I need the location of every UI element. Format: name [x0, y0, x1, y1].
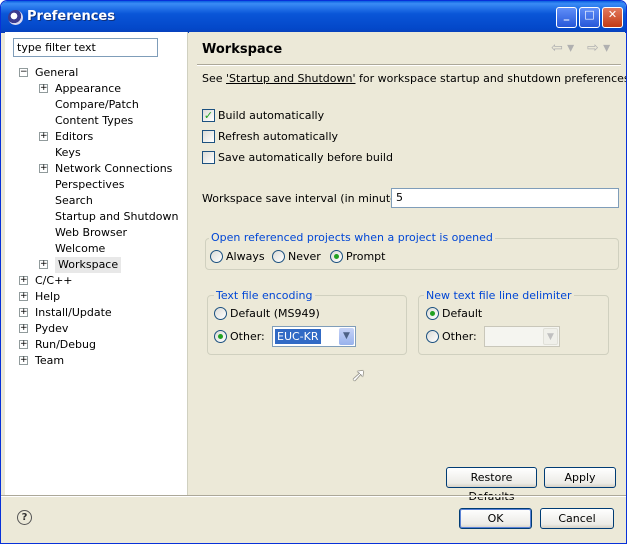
tree-item-label: General	[35, 66, 79, 79]
prompt-label: Prompt	[346, 250, 386, 263]
preference-tree-pane: −General + Appearance Compare/Patch Content …	[5, 32, 188, 495]
title-bar[interactable]: Preferences _ □ ✕	[1, 1, 626, 33]
expand-icon[interactable]: +	[19, 340, 28, 349]
startup-shutdown-link[interactable]: 'Startup and Shutdown'	[226, 72, 355, 85]
never-radio[interactable]	[272, 250, 285, 263]
refresh-automatically-label: Refresh automatically	[218, 130, 339, 143]
line-delimiter-title: New text file line delimiter	[424, 289, 574, 302]
tree-item-label: Content Types	[55, 114, 134, 127]
workspace-page: Workspace ⇦ ▾ ⇨ ▾ See 'Startup and Shutd…	[189, 32, 627, 503]
save-interval-input[interactable]: 5	[391, 188, 619, 208]
delimiter-default-radio[interactable]	[426, 307, 439, 320]
maximize-button[interactable]: □	[579, 7, 600, 28]
open-referenced-title: Open referenced projects when a project …	[209, 231, 495, 244]
build-automatically-checkbox[interactable]: ✓	[202, 109, 215, 122]
mouse-cursor-icon: ➚	[351, 365, 367, 386]
eclipse-icon	[8, 10, 23, 25]
tree-item-label: Help	[35, 290, 61, 303]
delimiter-default-label: Default	[442, 307, 483, 320]
intro-suffix: for workspace startup and shutdown prefe…	[355, 72, 627, 85]
tree-item-label: C/C++	[35, 274, 73, 287]
tree-item-label: Pydev	[35, 322, 69, 335]
tree-item-label: Workspace	[55, 257, 122, 273]
chevron-down-icon[interactable]: ▼	[339, 328, 354, 345]
intro-text: See 'Startup and Shutdown' for workspace…	[202, 72, 627, 85]
encoding-other-label: Other:	[230, 330, 265, 343]
text-encoding-title: Text file encoding	[214, 289, 315, 302]
collapse-icon[interactable]: −	[19, 68, 28, 77]
expand-icon[interactable]: +	[39, 164, 48, 173]
always-label: Always	[226, 250, 265, 263]
encoding-select-value: EUC-KR	[275, 329, 321, 344]
minimize-button[interactable]: _	[556, 7, 577, 28]
chevron-down-icon: ▼	[543, 328, 558, 345]
tree-item-label: Search	[55, 194, 93, 207]
never-label: Never	[288, 250, 321, 263]
tree-item-label: Perspectives	[55, 178, 125, 191]
apply-button[interactable]: Apply	[544, 467, 616, 488]
filter-input[interactable]	[13, 38, 158, 57]
back-arrow-icon[interactable]: ⇦ ▾	[551, 40, 574, 56]
tree-item-label: Compare/Patch	[55, 98, 139, 111]
refresh-automatically-checkbox[interactable]	[202, 130, 215, 143]
delimiter-other-label: Other:	[442, 330, 477, 343]
expand-icon[interactable]: +	[19, 276, 28, 285]
delimiter-default-radio-dot	[430, 311, 435, 316]
save-interval-label: Workspace save interval (in minutes):	[202, 192, 411, 205]
tree-item-label: Welcome	[55, 242, 106, 255]
preferences-window: Preferences _ □ ✕ −General + Appearance Com…	[0, 0, 627, 544]
ok-button[interactable]: OK	[459, 508, 532, 529]
page-title: Workspace	[202, 42, 283, 57]
encoding-default-radio[interactable]	[214, 307, 227, 320]
minimize-icon: _	[563, 8, 570, 21]
tree-item-label: Keys	[55, 146, 81, 159]
forward-arrow-icon[interactable]: ⇨ ▾	[587, 40, 610, 56]
maximize-icon: □	[584, 8, 595, 21]
footer-separator	[1, 495, 626, 497]
encoding-other-radio[interactable]	[214, 330, 227, 343]
encoding-other-radio-dot	[218, 334, 223, 339]
tree-item-label: Team	[35, 354, 65, 367]
tree-item-label: Install/Update	[35, 306, 112, 319]
encoding-default-label: Default (MS949)	[230, 307, 320, 320]
expand-icon[interactable]: +	[19, 324, 28, 333]
tree-item-label: Startup and Shutdown	[55, 210, 179, 223]
encoding-select[interactable]: EUC-KR ▼	[272, 326, 356, 347]
prompt-radio-dot	[334, 254, 339, 259]
save-before-build-label: Save automatically before build	[218, 151, 393, 164]
tree-item-label: Editors	[55, 130, 94, 143]
window-title: Preferences	[27, 9, 115, 24]
tree-item-label: Network Connections	[55, 162, 173, 175]
tree-item-label: Web Browser	[55, 226, 128, 239]
help-icon[interactable]: ?	[17, 510, 32, 525]
delimiter-select[interactable]: ▼	[484, 326, 560, 347]
expand-icon[interactable]: +	[19, 356, 28, 365]
close-icon: ✕	[607, 8, 618, 21]
tree-item-label: Run/Debug	[35, 338, 96, 351]
prompt-radio[interactable]	[330, 250, 343, 263]
expand-icon[interactable]: +	[39, 84, 48, 93]
expand-icon[interactable]: +	[39, 260, 48, 269]
always-radio[interactable]	[210, 250, 223, 263]
expand-icon[interactable]: +	[19, 308, 28, 317]
save-before-build-checkbox[interactable]	[202, 151, 215, 164]
restore-defaults-button[interactable]: Restore Defaults	[446, 467, 537, 503]
expand-icon[interactable]: +	[39, 132, 48, 141]
tree-item-label: Appearance	[55, 82, 122, 95]
expand-icon[interactable]: +	[19, 292, 28, 301]
close-button[interactable]: ✕	[602, 7, 623, 28]
delimiter-other-radio[interactable]	[426, 330, 439, 343]
cancel-button[interactable]: Cancel	[540, 508, 614, 529]
intro-prefix: See	[202, 72, 227, 85]
header-separator	[197, 64, 621, 66]
build-automatically-label: Build automatically	[218, 109, 325, 122]
